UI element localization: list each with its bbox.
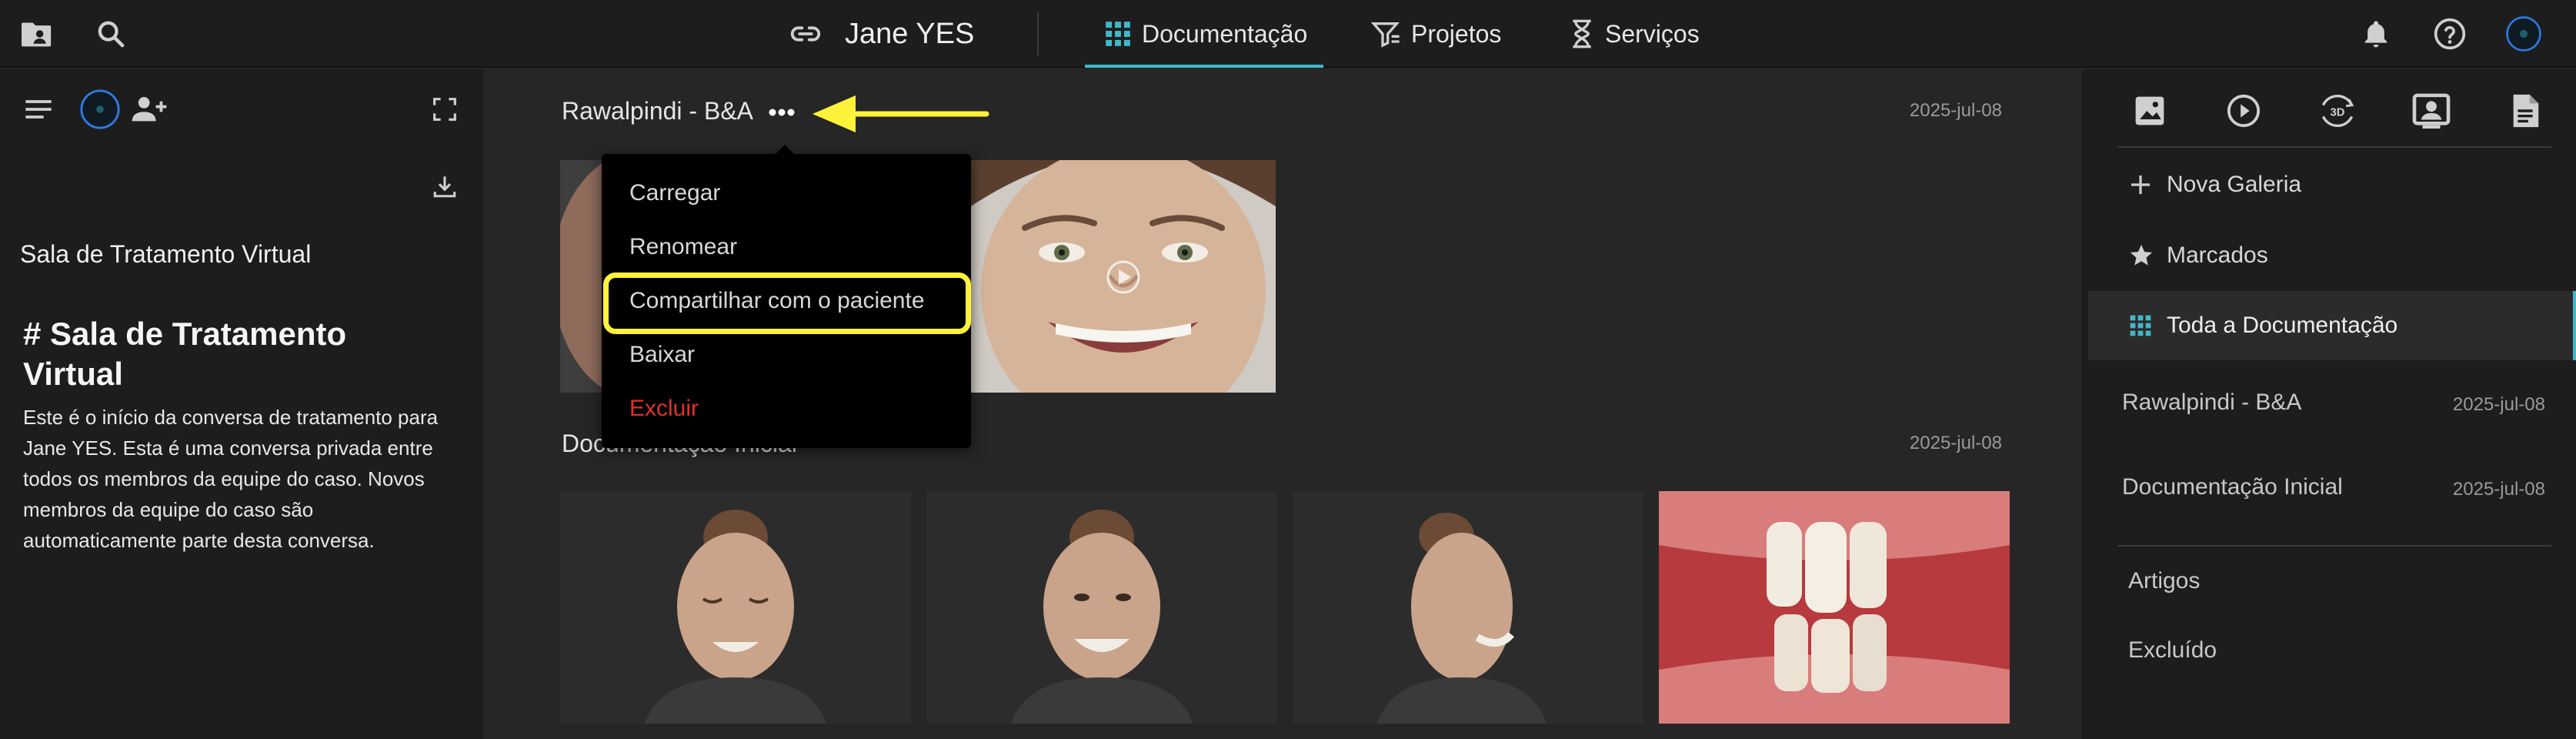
- room-title: Sala de Tratamento Virtual: [20, 240, 312, 268]
- menu-label: Toda a Documentação: [2167, 313, 2398, 338]
- menu-label: Marcados: [2167, 242, 2268, 268]
- bell-icon[interactable]: [2357, 15, 2394, 52]
- tab-servicos[interactable]: Serviços: [1568, 0, 1700, 68]
- patient-header: Jane YES: [788, 0, 974, 68]
- help-icon[interactable]: [2431, 15, 2468, 52]
- portrait-icon[interactable]: [2408, 88, 2454, 134]
- divider: [1037, 12, 1039, 55]
- marcados-item[interactable]: Marcados: [2082, 223, 2576, 288]
- grid-icon: [1103, 19, 1133, 48]
- divider: [2117, 146, 2551, 148]
- tab-label: Projetos: [1411, 19, 1502, 48]
- menu-item-excluir[interactable]: Excluir: [629, 396, 699, 422]
- excluido-link[interactable]: Excluído: [2128, 637, 2217, 664]
- nova-galeria-button[interactable]: Nova Galeria: [2082, 152, 2576, 217]
- 3d-rotation-icon[interactable]: 3D: [2314, 88, 2361, 134]
- search-icon[interactable]: [92, 15, 129, 52]
- tab-projetos[interactable]: Projetos: [1371, 0, 1501, 68]
- gallery-date: 2025-jul-08: [2452, 479, 2545, 500]
- video-thumbnail[interactable]: [971, 160, 1276, 393]
- tab-documentacao[interactable]: Documentação: [1103, 0, 1307, 68]
- link-icon[interactable]: [788, 16, 823, 52]
- fullscreen-icon[interactable]: [426, 91, 463, 128]
- folder-account-icon[interactable]: [18, 15, 55, 52]
- menu-item-renomear[interactable]: Renomear: [629, 234, 737, 260]
- patient-name: Jane YES: [845, 17, 975, 50]
- chat-intro-text: Este é o início da conversa de tratament…: [23, 406, 439, 552]
- photo-thumbnail[interactable]: [1293, 491, 1643, 724]
- photo-thumbnail[interactable]: [560, 491, 911, 724]
- gallery-title[interactable]: Rawalpindi - B&A: [562, 97, 753, 125]
- highlight-annotation: [603, 273, 971, 334]
- svg-text:3D: 3D: [2331, 107, 2345, 119]
- avatar[interactable]: [2505, 15, 2542, 52]
- tab-label: Documentação: [1142, 19, 1308, 48]
- active-tab-indicator: [1085, 65, 1323, 68]
- more-options-icon[interactable]: [766, 100, 797, 125]
- image-icon[interactable]: [2127, 88, 2173, 134]
- gallery-date: 2025-jul-08: [1909, 100, 2002, 121]
- galleries-panel: 3D Nova Galeria Marcados Toda a Document…: [2082, 69, 2576, 739]
- menu-label: Nova Galeria: [2167, 172, 2302, 197]
- annotation-arrow: [809, 91, 994, 137]
- chat-panel: Sala de Tratamento Virtual # Sala de Tra…: [0, 69, 483, 739]
- download-icon[interactable]: [426, 168, 463, 205]
- photo-thumbnail[interactable]: [1659, 491, 2010, 724]
- gallery-date: 2025-jul-08: [2452, 394, 2545, 415]
- gallery-link[interactable]: Documentação Inicial: [2122, 474, 2343, 500]
- divider: [2117, 545, 2551, 547]
- document-icon[interactable]: [2502, 88, 2548, 134]
- menu-item-carregar[interactable]: Carregar: [629, 180, 720, 206]
- plus-icon: [2128, 172, 2153, 197]
- artigos-link[interactable]: Artigos: [2128, 568, 2200, 594]
- filter-list-icon: [1371, 18, 1402, 49]
- gallery-link[interactable]: Rawalpindi - B&A: [2122, 390, 2301, 416]
- avatar[interactable]: [77, 86, 123, 132]
- chat-heading: # Sala de Tratamento Virtual: [23, 316, 347, 392]
- menu-item-baixar[interactable]: Baixar: [629, 342, 695, 368]
- menu-icon[interactable]: [20, 91, 57, 128]
- photo-thumbnail[interactable]: [926, 491, 1277, 724]
- gallery-date: 2025-jul-08: [1909, 433, 2002, 453]
- play-circle-icon[interactable]: [2221, 88, 2267, 134]
- tab-label: Serviços: [1605, 19, 1700, 48]
- toda-documentacao-item[interactable]: Toda a Documentação: [2088, 291, 2576, 360]
- star-icon: [2128, 242, 2154, 269]
- grid-icon: [2128, 313, 2153, 338]
- add-member-icon[interactable]: [131, 91, 168, 128]
- top-bar: Jane YES Documentação Projetos Serviços: [0, 0, 2576, 68]
- hourglass-icon: [1568, 18, 1596, 49]
